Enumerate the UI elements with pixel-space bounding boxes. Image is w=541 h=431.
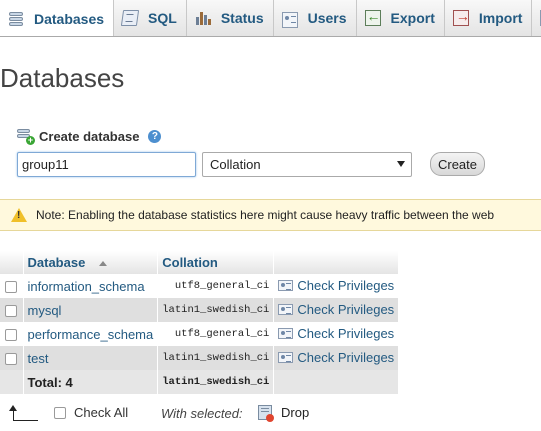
- export-icon: [364, 8, 381, 26]
- total-collation: latin1_swedish_ci: [157, 370, 275, 394]
- check-privileges-label: Check Privileges: [297, 350, 395, 365]
- privileges-icon: [278, 280, 294, 291]
- users-icon: [281, 12, 298, 28]
- check-privileges-label: Check Privileges: [297, 302, 395, 317]
- collation-select[interactable]: Collation: [202, 152, 412, 177]
- warning-icon: [11, 207, 27, 223]
- statistics-notice: Note: Enabling the database statistics h…: [0, 199, 541, 231]
- tab-status[interactable]: Status: [187, 0, 274, 36]
- row-checkbox[interactable]: [5, 281, 18, 294]
- row-checkbox[interactable]: [5, 353, 18, 366]
- help-icon[interactable]: ?: [148, 129, 162, 143]
- collation-cell: utf8_general_ci: [157, 274, 275, 298]
- drop-database-icon: [258, 405, 274, 422]
- tab-users-label: Users: [307, 10, 347, 26]
- header-collation: Collation: [157, 251, 275, 274]
- with-selected-label: With selected:: [161, 406, 243, 421]
- status-icon: [195, 10, 211, 26]
- page-title: Databases: [0, 63, 125, 93]
- drop-button[interactable]: Drop: [258, 405, 310, 422]
- row-checkbox[interactable]: [5, 329, 18, 342]
- check-all-label: Check All: [74, 405, 129, 420]
- create-database-label: Create database: [39, 128, 140, 144]
- collation-select-value: Collation: [210, 157, 261, 172]
- database-name-input[interactable]: [17, 152, 196, 177]
- header-database[interactable]: Database: [23, 251, 159, 274]
- privileges-icon: [278, 328, 294, 339]
- check-privileges-link[interactable]: Check Privileges: [278, 326, 394, 341]
- database-link[interactable]: test: [28, 351, 49, 366]
- tab-more[interactable]: [532, 0, 541, 36]
- databases-table: Database Collation information_schema ut…: [0, 251, 400, 394]
- check-privileges-link[interactable]: Check Privileges: [278, 350, 394, 365]
- tab-export-label: Export: [390, 10, 435, 26]
- database-link[interactable]: performance_schema: [28, 327, 154, 342]
- database-icon: [8, 11, 24, 27]
- database-link[interactable]: mysql: [28, 303, 62, 318]
- sql-icon: [120, 10, 140, 26]
- create-database-heading: + Create database ?: [17, 128, 162, 145]
- tab-export[interactable]: Export: [357, 0, 445, 36]
- check-all-checkbox[interactable]: [54, 406, 66, 419]
- tab-import[interactable]: Import: [445, 0, 533, 36]
- create-button[interactable]: Create: [430, 152, 485, 176]
- tab-users[interactable]: Users: [274, 0, 357, 36]
- header-database-label: Database: [27, 255, 86, 270]
- collation-cell: latin1_swedish_ci: [157, 346, 275, 370]
- row-checkbox[interactable]: [5, 305, 18, 318]
- table-row: information_schema utf8_general_ci Check…: [0, 274, 400, 298]
- sort-ascending-icon[interactable]: [98, 261, 107, 267]
- table-row: mysql latin1_swedish_ci Check Privileges: [0, 298, 400, 322]
- privileges-icon: [278, 304, 294, 315]
- table-header-row: Database Collation: [0, 251, 400, 274]
- check-all[interactable]: Check All: [54, 405, 128, 420]
- header-actions: [273, 251, 400, 274]
- tab-databases-label: Databases: [34, 10, 105, 27]
- top-tab-bar: Databases SQL Status Users Export Import: [0, 0, 541, 37]
- collation-cell: latin1_swedish_ci: [157, 298, 275, 322]
- collation-cell: utf8_general_ci: [157, 322, 275, 346]
- check-privileges-label: Check Privileges: [297, 326, 395, 341]
- total-row: Total: 4 latin1_swedish_ci: [0, 370, 400, 394]
- check-privileges-label: Check Privileges: [297, 278, 395, 293]
- chevron-down-icon: [397, 161, 405, 167]
- tab-databases[interactable]: Databases: [0, 0, 115, 36]
- header-checkbox-cell: [0, 251, 24, 274]
- selection-arrow-icon: [9, 405, 38, 422]
- total-label: Total: 4: [23, 370, 159, 394]
- table-row: test latin1_swedish_ci Check Privileges: [0, 346, 400, 370]
- tab-sql-label: SQL: [148, 10, 177, 26]
- check-privileges-link[interactable]: Check Privileges: [278, 302, 394, 317]
- tab-sql[interactable]: SQL: [114, 0, 187, 36]
- database-link[interactable]: information_schema: [28, 279, 145, 294]
- create-database-icon: +: [17, 128, 35, 145]
- tab-import-label: Import: [478, 10, 523, 26]
- import-icon: [452, 8, 470, 26]
- check-privileges-link[interactable]: Check Privileges: [278, 278, 394, 293]
- privileges-icon: [278, 352, 294, 363]
- tab-status-label: Status: [220, 10, 264, 26]
- table-row: performance_schema utf8_general_ci Check…: [0, 322, 400, 346]
- notice-text: Note: Enabling the database statistics h…: [36, 208, 495, 222]
- drop-label: Drop: [281, 405, 310, 420]
